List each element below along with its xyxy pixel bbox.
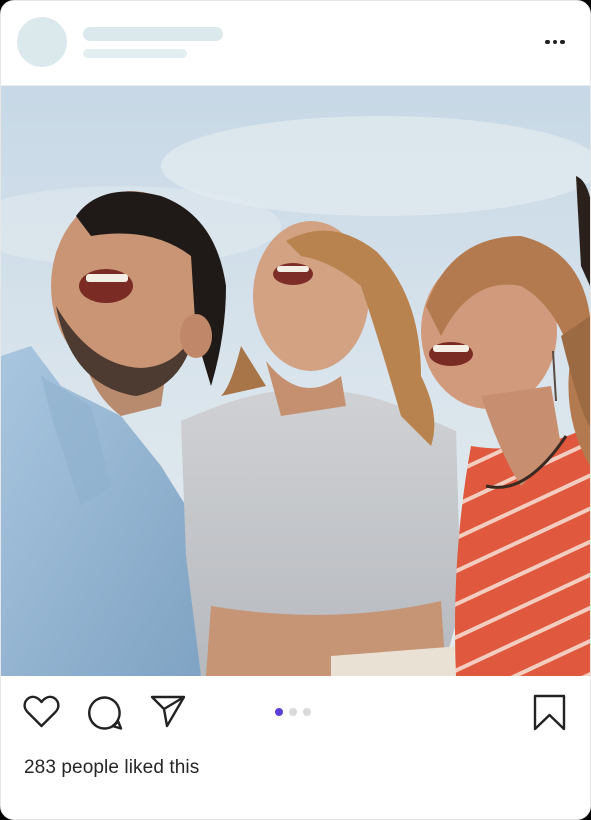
post-header — [1, 1, 590, 86]
post-card: 283 people liked this — [0, 0, 591, 820]
bookmark-icon[interactable] — [533, 694, 566, 731]
carousel-dot-active[interactable] — [275, 708, 283, 716]
carousel-dot[interactable] — [289, 708, 297, 716]
username-placeholder — [83, 27, 223, 41]
heart-icon[interactable] — [23, 695, 60, 728]
avatar[interactable] — [17, 17, 67, 67]
share-icon[interactable] — [150, 694, 186, 728]
carousel-indicator — [275, 708, 311, 716]
likes-count[interactable]: 283 people liked this — [24, 757, 199, 779]
post-image[interactable] — [1, 86, 590, 676]
carousel-dot[interactable] — [303, 708, 311, 716]
more-icon[interactable] — [540, 31, 570, 53]
comment-icon[interactable] — [87, 695, 123, 731]
subtitle-placeholder — [83, 49, 187, 58]
